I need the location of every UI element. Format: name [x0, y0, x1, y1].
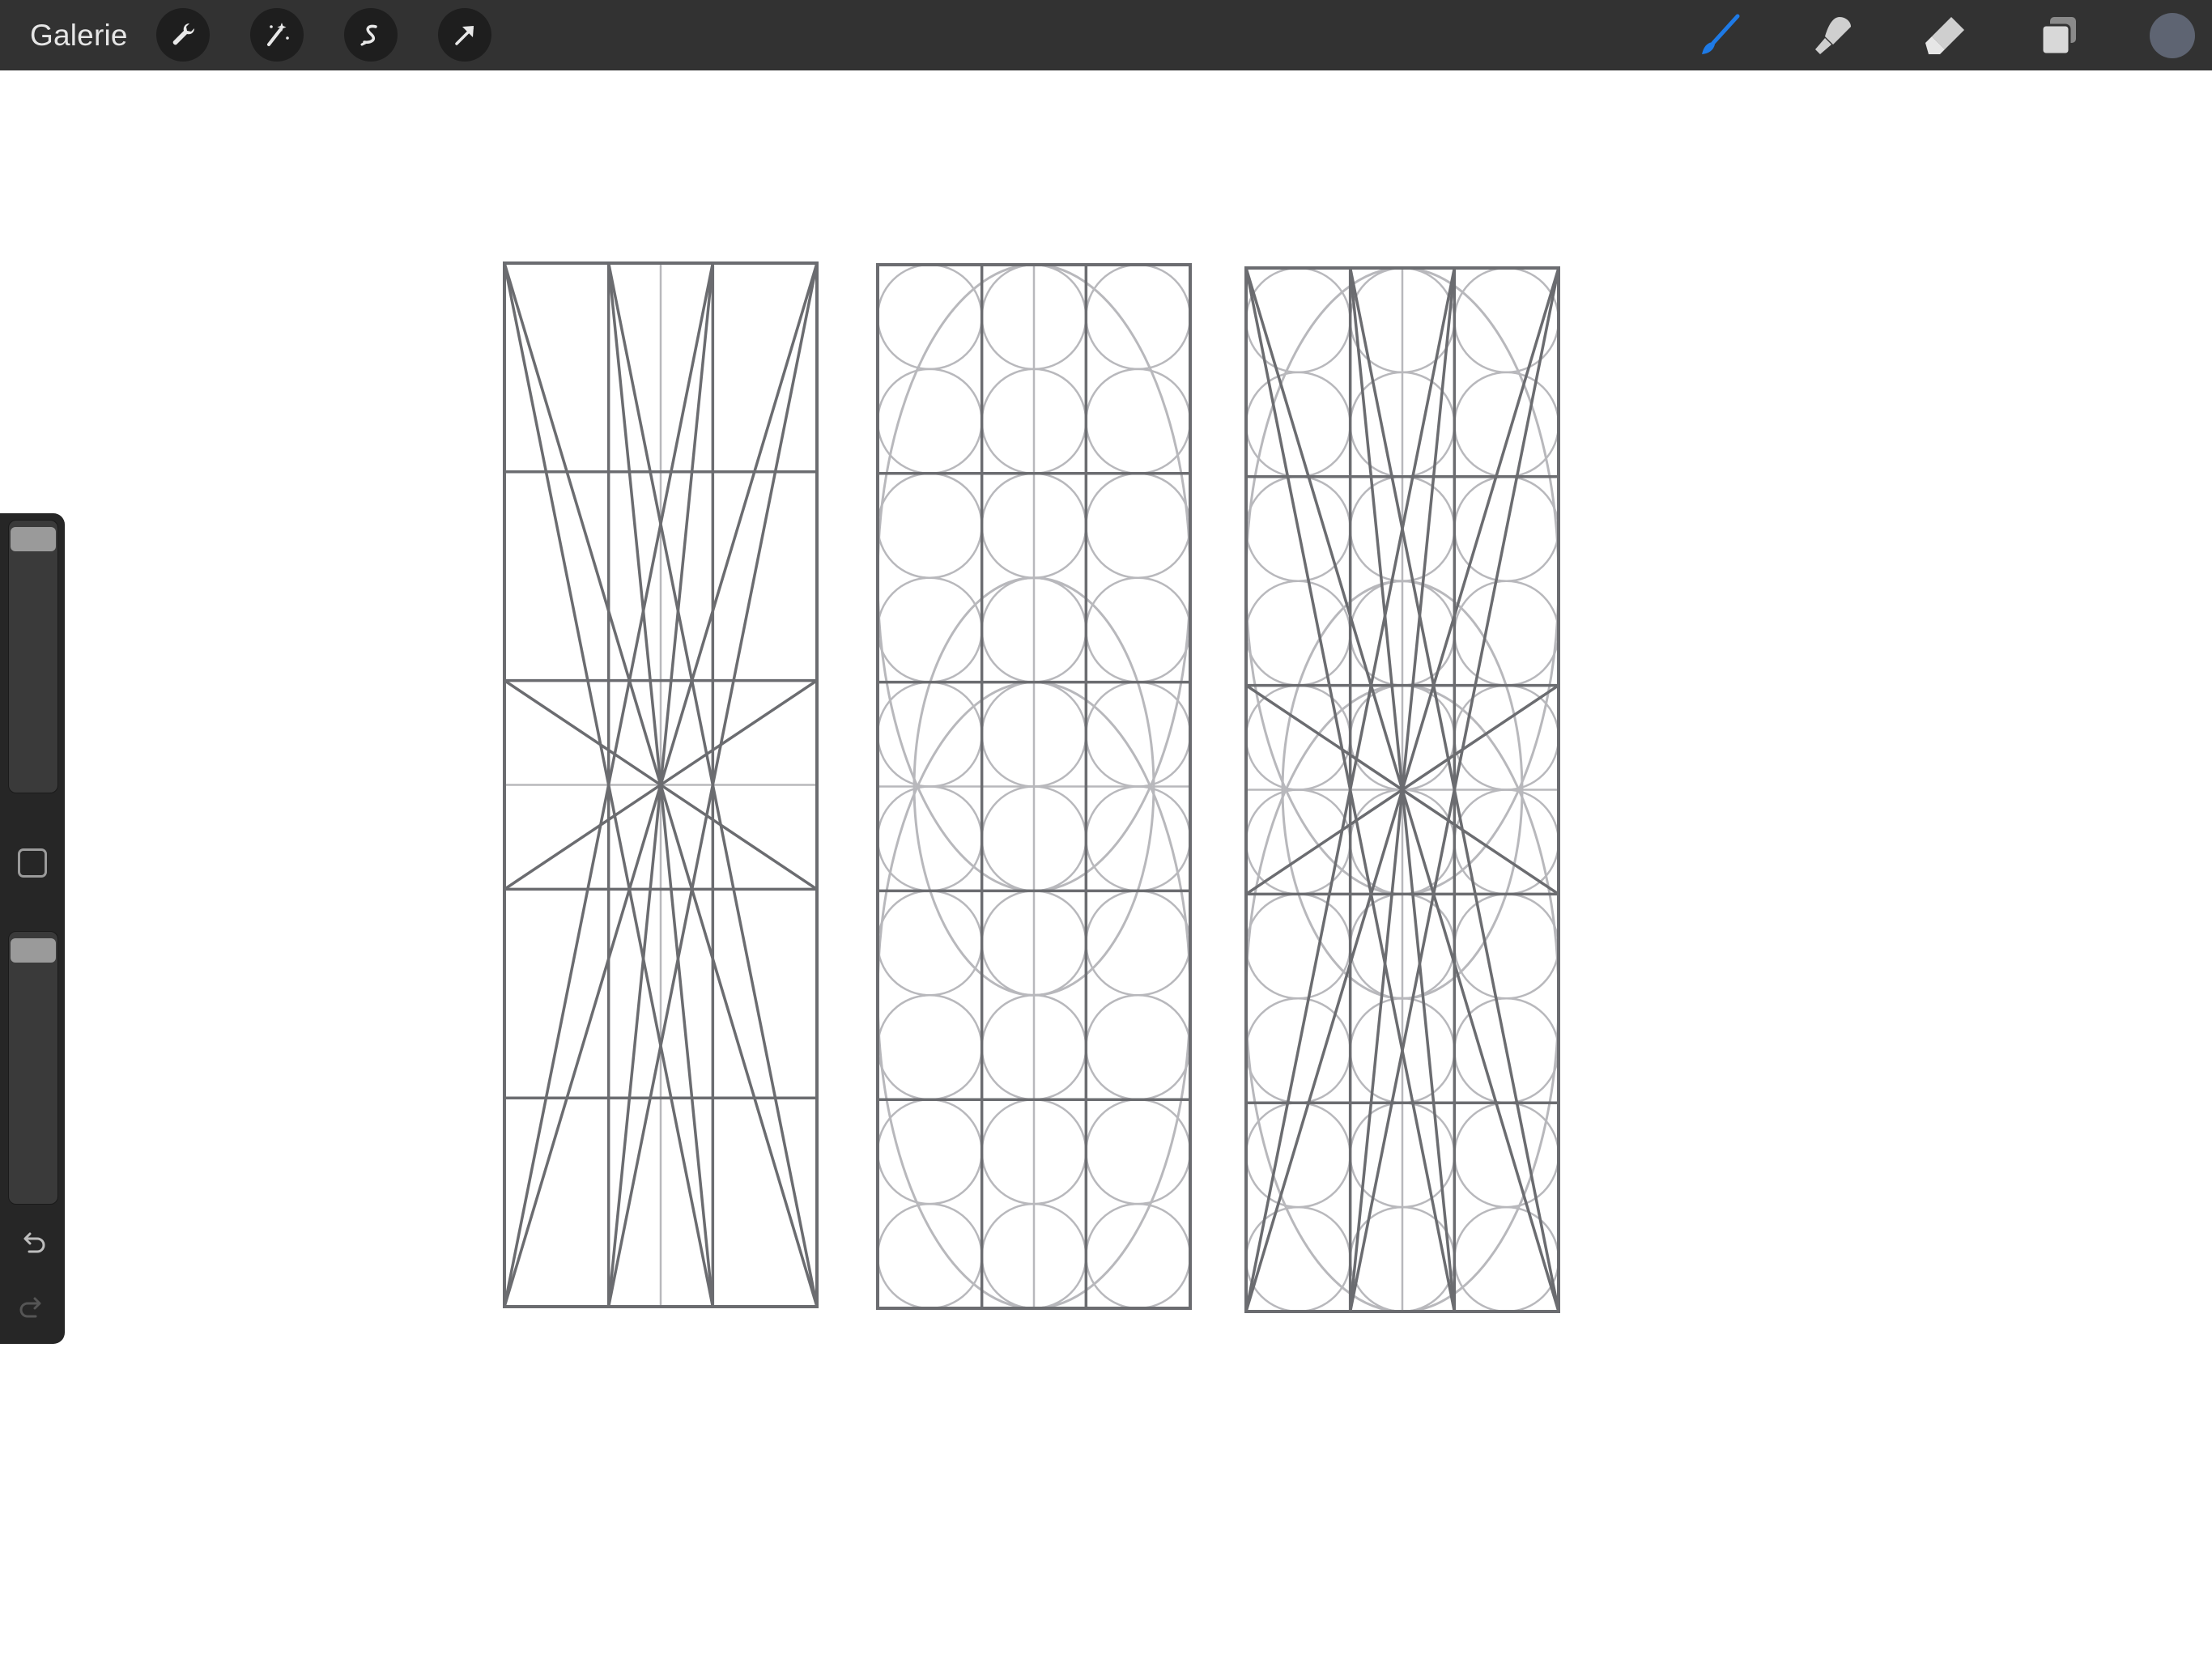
layers-icon	[2040, 17, 2076, 56]
module-circle	[876, 368, 983, 475]
circle-grid-panel	[876, 263, 1192, 1310]
transform-button[interactable]	[438, 8, 491, 62]
smudge-tool-button[interactable]	[1808, 11, 1857, 60]
diagonal-grid-panel	[503, 261, 819, 1308]
module-circle	[876, 994, 983, 1101]
module-circle	[1085, 1098, 1192, 1205]
module-circle	[876, 681, 983, 788]
eraser-tool-button[interactable]	[1921, 11, 1970, 60]
module-circle	[1453, 1101, 1560, 1209]
actions-button[interactable]	[156, 8, 210, 62]
adjustments-button[interactable]	[250, 8, 304, 62]
module-circle	[876, 785, 983, 892]
selection-icon	[360, 24, 377, 46]
layers-button[interactable]	[2035, 11, 2083, 60]
module-circle	[1085, 263, 1192, 371]
selection-button[interactable]	[344, 8, 398, 62]
module-circle	[1085, 994, 1192, 1101]
module-circle	[1244, 893, 1351, 1000]
module-circle	[876, 263, 983, 371]
module-circle	[1453, 789, 1560, 895]
module-circle	[1244, 580, 1351, 687]
module-circle	[1244, 789, 1351, 895]
module-circle	[1085, 472, 1192, 579]
module-circle	[1453, 684, 1560, 791]
transform-arrow-icon	[455, 26, 474, 45]
module-circle	[1085, 890, 1192, 997]
module-circle	[1453, 893, 1560, 1000]
module-circle	[876, 890, 983, 997]
combined-grid-panel	[1244, 266, 1560, 1313]
module-circle	[1244, 371, 1351, 478]
module-circle	[1085, 785, 1192, 892]
drawing-canvas[interactable]	[0, 70, 2212, 1658]
eraser-icon	[1925, 17, 1964, 54]
module-circle	[1244, 684, 1351, 791]
gallery-button[interactable]: Galerie	[30, 15, 128, 57]
module-circle	[1085, 576, 1192, 683]
module-circle	[1085, 681, 1192, 788]
smudge-icon	[1815, 17, 1851, 54]
module-circle	[1453, 371, 1560, 478]
module-circle	[876, 472, 983, 579]
top-toolbar: Galerie	[0, 0, 2212, 70]
wrench-icon	[172, 23, 195, 45]
module-circle	[876, 1098, 983, 1205]
module-circle	[1085, 1202, 1192, 1310]
module-circle	[1085, 368, 1192, 475]
module-circle	[876, 576, 983, 683]
brush-tool-button[interactable]	[1695, 11, 1743, 60]
module-circle	[876, 1202, 983, 1310]
module-circle	[1244, 1101, 1351, 1209]
brush-icon	[1702, 14, 1740, 54]
module-circle	[1453, 580, 1560, 687]
color-picker-swatch[interactable]	[2150, 13, 2195, 58]
magic-wand-icon	[267, 23, 289, 46]
